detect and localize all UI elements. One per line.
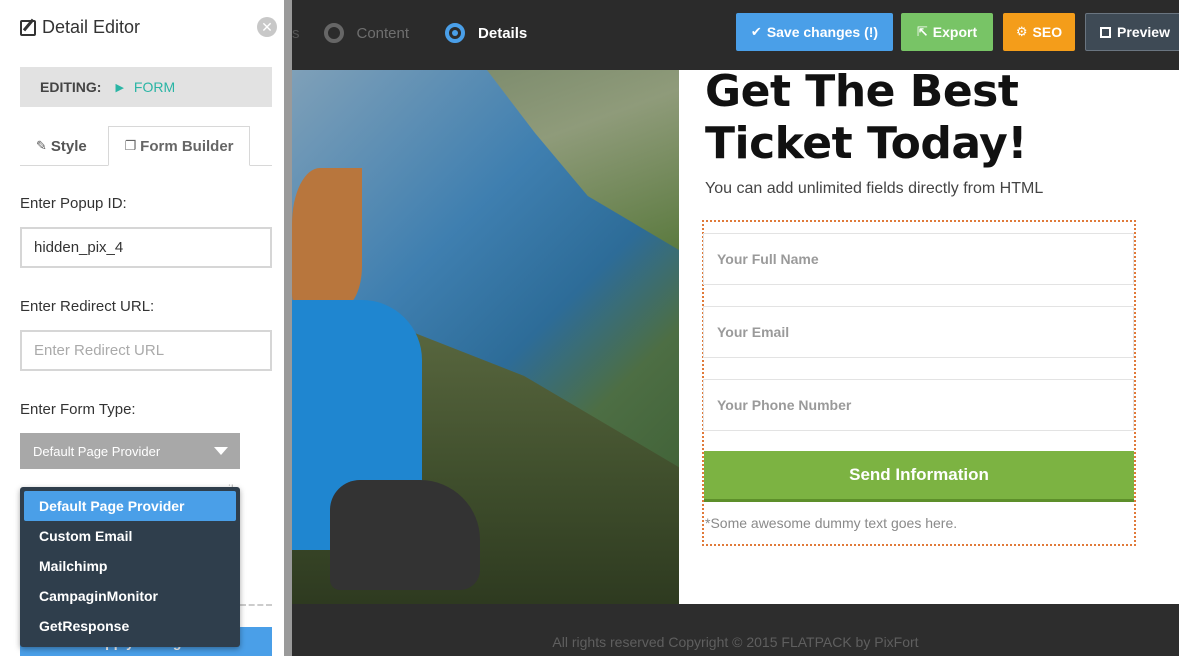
- step-partial[interactable]: s: [292, 25, 300, 42]
- step-content[interactable]: Content: [323, 23, 410, 43]
- export-label: Export: [932, 24, 978, 40]
- close-icon[interactable]: ✕: [257, 17, 277, 37]
- page-subline: You can add unlimited fields directly fr…: [705, 180, 1044, 197]
- editing-label: EDITING:: [40, 79, 102, 95]
- step-content-label: Content: [356, 24, 410, 42]
- preview-button[interactable]: Preview: [1085, 13, 1179, 51]
- panel-title: Detail Editor: [20, 17, 140, 38]
- step-partial-label: s: [292, 24, 300, 42]
- seo-label: SEO: [1032, 24, 1063, 40]
- tab-style-label: Style: [50, 137, 87, 155]
- save-changes-label: Save changes (!): [766, 24, 879, 40]
- popup-id-input[interactable]: hidden_pix_4: [20, 227, 272, 268]
- option-default-page-provider[interactable]: Default Page Provider: [24, 491, 236, 521]
- send-information-button[interactable]: Send Information: [704, 451, 1134, 502]
- export-button[interactable]: ⇱ Export: [901, 13, 993, 51]
- footer-copyright: All rights reserved Copyright © 2015 FLA…: [552, 634, 919, 650]
- preview-label: Preview: [1117, 24, 1170, 40]
- tab-form-builder[interactable]: ❐ Form Builder: [108, 126, 250, 166]
- form-type-dropdown: Default Page Provider Custom Email Mailc…: [20, 487, 240, 647]
- square-icon: [1100, 26, 1112, 38]
- page-headline: Get The Best Ticket Today!: [705, 66, 1027, 169]
- popup-id-label: Enter Popup ID:: [20, 195, 127, 212]
- option-campaign-monitor[interactable]: CampaginMonitor: [24, 581, 236, 611]
- gear-icon: ⚙: [1015, 24, 1028, 39]
- step-dot-active-icon: [445, 23, 466, 43]
- email-field[interactable]: Your Email: [703, 306, 1134, 358]
- redirect-url-label: Enter Redirect URL:: [20, 298, 155, 315]
- option-getresponse[interactable]: GetResponse: [24, 611, 236, 641]
- step-indicator: s Content Details: [292, 0, 563, 66]
- form-type-label: Enter Form Type:: [20, 401, 136, 418]
- divider: [240, 604, 272, 606]
- edit-icon: ✎: [36, 138, 47, 153]
- editor-tabs: ✎ Style ❐ Form Builder: [20, 126, 272, 166]
- redirect-url-input[interactable]: Enter Redirect URL: [20, 330, 272, 371]
- form-type-selected: Default Page Provider: [33, 443, 161, 459]
- tab-style[interactable]: ✎ Style: [36, 126, 87, 166]
- editing-indicator: EDITING: ▶ FORM: [20, 67, 272, 107]
- option-mailchimp[interactable]: Mailchimp: [24, 551, 236, 581]
- editing-value: FORM: [133, 79, 176, 95]
- caret-down-icon: [214, 447, 228, 455]
- check-icon: ✔: [750, 24, 762, 39]
- step-dot-icon: [323, 23, 344, 43]
- step-details-label: Details: [478, 24, 528, 42]
- photo-person-legs: [330, 480, 480, 590]
- panel-title-text: Detail Editor: [42, 17, 141, 37]
- phone-field[interactable]: Your Phone Number: [703, 379, 1134, 431]
- option-custom-email[interactable]: Custom Email: [24, 521, 236, 551]
- form-type-select[interactable]: Default Page Provider: [20, 433, 240, 469]
- play-icon: ▶: [115, 81, 124, 94]
- tab-form-builder-label: Form Builder: [140, 137, 234, 155]
- save-changes-button[interactable]: ✔ Save changes (!): [736, 13, 893, 51]
- form-disclaimer: *Some awesome dummy text goes here.: [705, 515, 958, 531]
- seo-button[interactable]: ⚙ SEO: [1003, 13, 1075, 51]
- page-footer: All rights reserved Copyright © 2015 FLA…: [292, 604, 1179, 656]
- photo-person-hair: [292, 168, 362, 308]
- edit-icon: [20, 19, 36, 36]
- step-details[interactable]: Details: [445, 23, 527, 43]
- photo-mountain: [487, 70, 679, 250]
- full-name-field[interactable]: Your Full Name: [703, 233, 1134, 285]
- detail-editor-panel: Detail Editor ✕ EDITING: ▶ FORM ✎ Style …: [0, 0, 292, 656]
- external-link-icon: ⇱: [916, 24, 928, 39]
- copy-icon: ❐: [124, 138, 137, 153]
